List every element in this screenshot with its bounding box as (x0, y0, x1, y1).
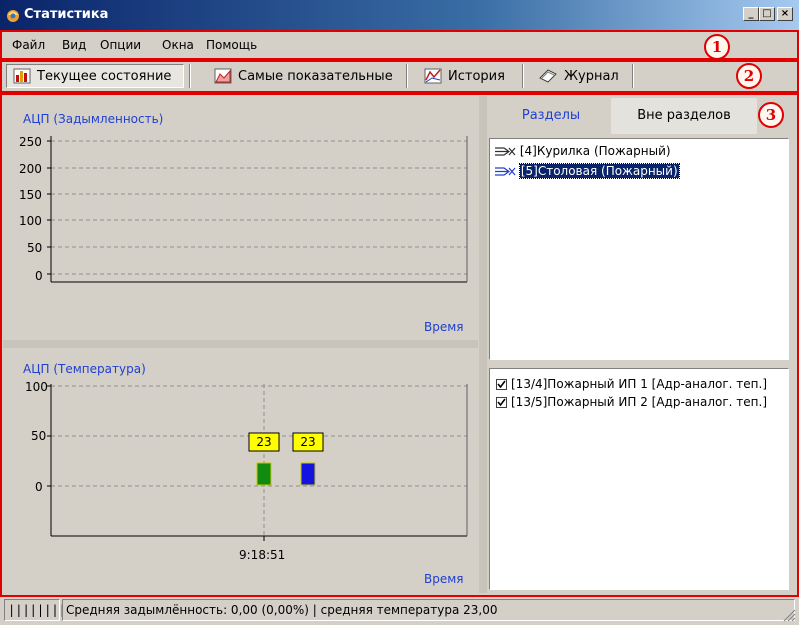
menu-file[interactable]: Файл (12, 38, 45, 52)
app-icon (7, 10, 19, 22)
marker-3: 3 (758, 102, 784, 128)
bar (256, 462, 272, 486)
menu-windows[interactable]: Окна (162, 38, 194, 52)
list-item[interactable]: [4]Курилка (Пожарный) (494, 144, 671, 158)
smoke-chart-panel: АЦП (Задымленность) 250 200 150 100 50 0… (3, 96, 478, 338)
list-item[interactable]: [13/5]Пожарный ИП 2 [Адр-аналог. теп.] (496, 395, 767, 409)
checkbox[interactable] (496, 397, 507, 408)
temperature-chart-plot: 23 23 (47, 384, 468, 541)
horizontal-splitter[interactable] (3, 340, 478, 348)
smoke-chart-plot (47, 136, 468, 283)
data-label: 23 (300, 435, 315, 449)
list-item-label: [5]Столовая (Пожарный) (518, 163, 680, 179)
zone-icon (495, 147, 516, 156)
current-state-button[interactable]: Текущее состояние (6, 64, 184, 88)
title-bar[interactable]: Статистика _ □ × (0, 0, 799, 30)
journal-button[interactable]: Журнал (532, 64, 628, 88)
toolbar-separator (189, 64, 191, 88)
journal-label: Журнал (564, 68, 619, 84)
menu-help[interactable]: Помощь (206, 38, 257, 52)
y-tick-label: 150 (19, 188, 42, 202)
list-item[interactable]: [13/4]Пожарный ИП 1 [Адр-аналог. теп.] (496, 377, 767, 391)
status-grip: |||||||| (8, 603, 66, 617)
y-tick-label: 50 (27, 241, 43, 255)
vertical-splitter[interactable] (479, 96, 487, 593)
toolbar-separator (632, 64, 634, 88)
window-title: Статистика (24, 7, 109, 22)
y-tick-label: 200 (19, 162, 42, 176)
marker-2: 2 (736, 63, 762, 89)
sensors-list[interactable]: [13/4]Пожарный ИП 1 [Адр-аналог. теп.] [… (489, 368, 789, 590)
most-indicative-label: Самые показательные (238, 68, 393, 84)
y-tick-label: 0 (35, 480, 43, 494)
history-button[interactable]: История (418, 64, 518, 88)
close-button[interactable]: × (777, 7, 793, 21)
menu-view[interactable]: Вид (62, 38, 86, 52)
list-item-label: [13/5]Пожарный ИП 2 [Адр-аналог. теп.] (511, 395, 768, 409)
y-tick-label: 0 (35, 269, 43, 283)
resize-grip-icon[interactable] (782, 608, 796, 622)
list-item-label: [13/4]Пожарный ИП 1 [Адр-аналог. теп.] (511, 377, 768, 391)
temperature-x-label: Время (424, 572, 464, 586)
zone-icon (495, 167, 516, 176)
marker-1: 1 (704, 34, 730, 60)
status-text: Средняя задымлённость: 0,00 (0,00%) | ср… (66, 603, 498, 617)
toolbar-separator (522, 64, 524, 88)
y-tick-label: 50 (31, 429, 47, 443)
y-tick-label: 100 (19, 214, 42, 228)
bar-chart-icon (13, 68, 31, 84)
tab-sections[interactable]: Разделы (493, 98, 609, 134)
toolbar-separator (406, 64, 408, 88)
sections-list[interactable]: [4]Курилка (Пожарный) [5]Столовая (Пожар… (489, 138, 789, 360)
menu-options[interactable]: Опции (100, 38, 141, 52)
line-chart-icon (424, 68, 442, 84)
list-item-selected[interactable]: [5]Столовая (Пожарный) (494, 163, 680, 179)
minimize-button[interactable]: _ (743, 7, 759, 21)
bar (300, 462, 316, 486)
checkbox[interactable] (496, 379, 507, 390)
status-progress: |||||||| (4, 599, 66, 621)
check-icon (497, 398, 506, 407)
temperature-chart-title: АЦП (Температура) (23, 362, 146, 376)
temperature-chart-panel: АЦП (Температура) 100 50 0 23 23 9:18:51 … (3, 350, 478, 592)
y-tick-label: 250 (19, 135, 42, 149)
journal-icon (539, 69, 557, 83)
smoke-x-label: Время (424, 320, 464, 334)
maximize-button[interactable]: □ (759, 7, 775, 21)
history-label: История (448, 68, 505, 84)
smoke-chart-title: АЦП (Задымленность) (23, 112, 164, 126)
list-item-label: [4]Курилка (Пожарный) (519, 144, 671, 158)
y-tick-label: 100 (25, 380, 48, 394)
check-icon (497, 380, 506, 389)
status-bar: Средняя задымлённость: 0,00 (0,00%) | ср… (62, 599, 795, 621)
data-label: 23 (256, 435, 271, 449)
tab-outside-sections[interactable]: Вне разделов (611, 98, 757, 134)
most-indicative-button[interactable]: Самые показательные (208, 64, 404, 88)
area-chart-icon (214, 68, 232, 84)
current-state-label: Текущее состояние (37, 68, 172, 84)
x-tick-label: 9:18:51 (239, 548, 286, 562)
